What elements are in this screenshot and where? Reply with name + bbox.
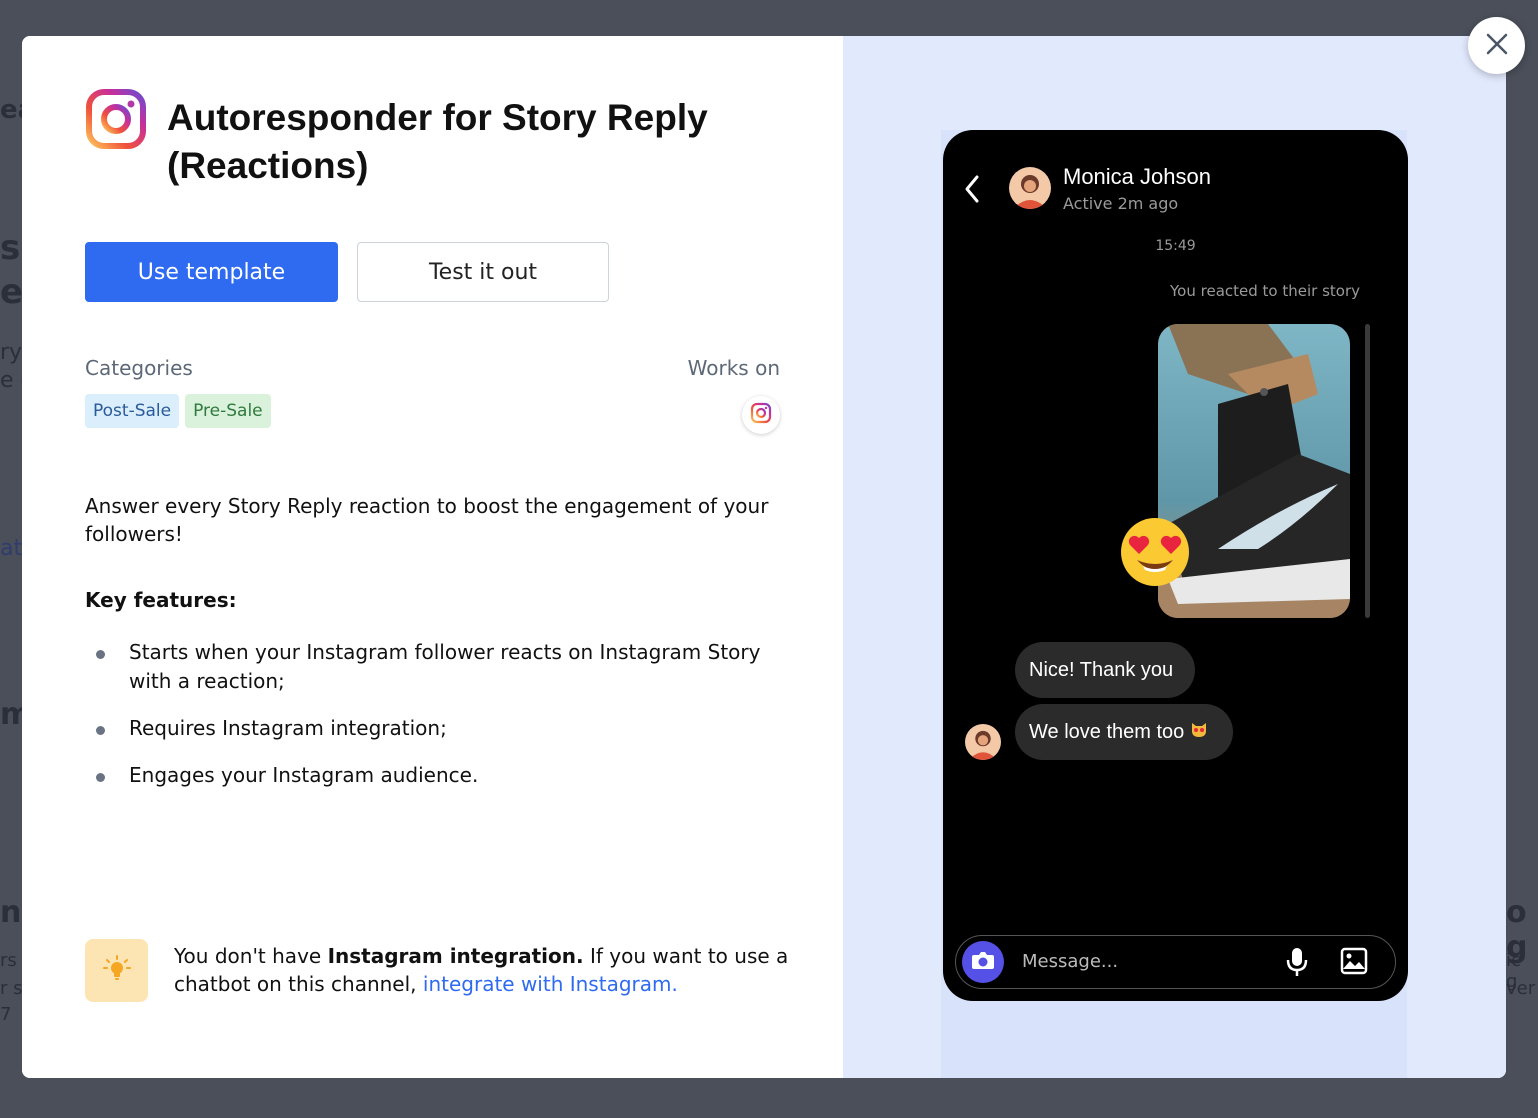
bg-text: at bbox=[0, 536, 23, 561]
list-item: Requires Instagram integration; bbox=[85, 714, 785, 743]
chat-scrollbar[interactable] bbox=[1365, 324, 1370, 618]
phone-preview: Monica Johson Active 2m ago 15:49 You re… bbox=[943, 130, 1408, 1001]
instagram-small-icon bbox=[750, 402, 772, 428]
category-tags: Post-Sale Pre-Sale bbox=[85, 394, 271, 428]
key-features-heading: Key features: bbox=[85, 588, 237, 612]
chat-timestamp: 15:49 bbox=[1155, 238, 1196, 254]
list-item: Starts when your Instagram follower reac… bbox=[85, 638, 785, 696]
feature-text: Starts when your Instagram follower reac… bbox=[129, 640, 761, 693]
feature-text: Requires Instagram integration; bbox=[129, 716, 447, 740]
notice-bold: Instagram integration. bbox=[327, 944, 584, 968]
tag-post-sale[interactable]: Post-Sale bbox=[85, 394, 180, 428]
close-button[interactable] bbox=[1468, 17, 1525, 74]
works-on-label: Works on bbox=[687, 356, 780, 380]
integration-notice: You don't have Instagram integration. If… bbox=[85, 939, 794, 1002]
message-input[interactable]: Message... bbox=[1022, 951, 1118, 972]
notice-text: You don't have Instagram integration. If… bbox=[174, 942, 794, 998]
test-it-out-button[interactable]: Test it out bbox=[357, 242, 609, 302]
list-item: Engages your Instagram audience. bbox=[85, 761, 785, 790]
lightbulb-icon bbox=[102, 954, 132, 988]
image-icon[interactable] bbox=[1340, 947, 1368, 979]
reaction-caption: You reacted to their story bbox=[1170, 282, 1360, 300]
message-text: We love them too bbox=[1029, 720, 1185, 743]
instagram-logo-icon bbox=[85, 88, 147, 150]
tag-pre-sale[interactable]: Pre-Sale bbox=[185, 394, 271, 428]
camera-icon bbox=[971, 950, 995, 974]
integrate-instagram-link[interactable]: integrate with Instagram. bbox=[423, 972, 678, 996]
bg-text: 7 bbox=[0, 1004, 12, 1025]
message-bubble: Nice! Thank you bbox=[1015, 642, 1195, 698]
contact-name: Monica Johson bbox=[1063, 164, 1211, 189]
close-icon bbox=[1485, 32, 1509, 60]
notice-prefix: You don't have bbox=[174, 944, 328, 968]
bg-text: ry bbox=[0, 340, 23, 365]
heart-eyes-cat-icon bbox=[1190, 720, 1208, 744]
back-chevron-icon bbox=[963, 174, 981, 208]
action-buttons: Use template Test it out bbox=[85, 242, 780, 302]
instagram-channel-badge bbox=[742, 396, 780, 434]
bullet-icon bbox=[96, 773, 105, 782]
mic-icon[interactable] bbox=[1286, 947, 1308, 981]
categories-section: Categories Post-Sale Pre-Sale bbox=[85, 356, 271, 434]
lightbulb-badge bbox=[85, 939, 148, 1002]
bullet-icon bbox=[96, 650, 105, 659]
features-list: Starts when your Instagram follower reac… bbox=[85, 638, 780, 790]
avatar bbox=[965, 724, 1001, 760]
use-template-button[interactable]: Use template bbox=[85, 242, 338, 302]
avatar bbox=[1009, 167, 1051, 209]
categories-label: Categories bbox=[85, 356, 193, 380]
preview-panel: Monica Johson Active 2m ago 15:49 You re… bbox=[843, 36, 1506, 1078]
page-title: Autoresponder for Story Reply (Reactions… bbox=[167, 97, 708, 186]
feature-text: Engages your Instagram audience. bbox=[129, 763, 479, 787]
contact-status: Active 2m ago bbox=[1063, 194, 1179, 213]
bullet-icon bbox=[96, 726, 105, 735]
bg-text: rs bbox=[0, 950, 17, 971]
message-bubble: We love them too bbox=[1015, 704, 1233, 760]
camera-button[interactable] bbox=[962, 941, 1004, 983]
modal-details-panel: Autoresponder for Story Reply (Reactions… bbox=[22, 36, 843, 1078]
template-description: Answer every Story Reply reaction to boo… bbox=[85, 494, 769, 546]
meta-row: Categories Post-Sale Pre-Sale Works on bbox=[85, 356, 780, 434]
template-modal: Autoresponder for Story Reply (Reactions… bbox=[22, 36, 1506, 1078]
works-on-section: Works on bbox=[688, 356, 780, 434]
bg-text: ver bbox=[1506, 978, 1536, 999]
heart-eyes-emoji-icon bbox=[1119, 516, 1191, 588]
title-row: Autoresponder for Story Reply (Reactions… bbox=[85, 88, 780, 190]
message-composer[interactable]: Message... bbox=[955, 935, 1396, 989]
